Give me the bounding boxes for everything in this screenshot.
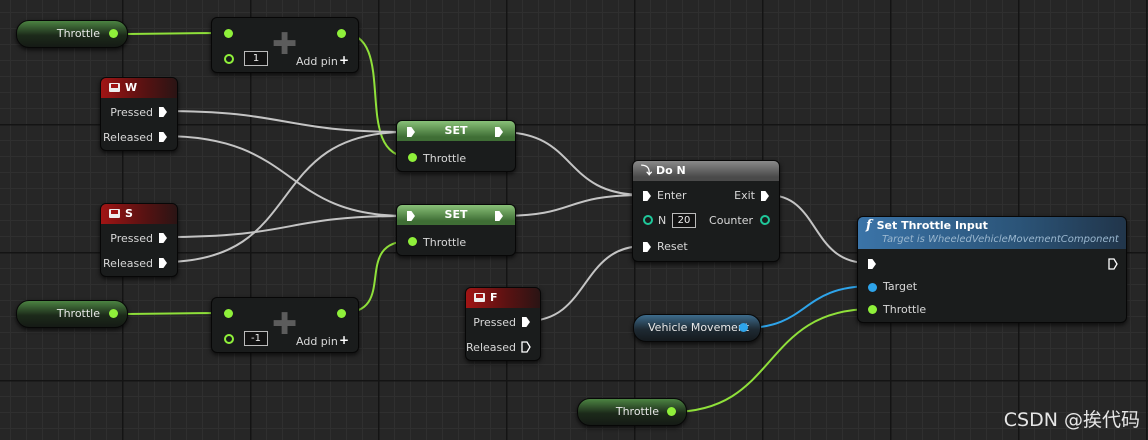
- add-node-bottom[interactable]: ✚ -1 Add pin +: [211, 297, 359, 353]
- add-plus-icon: ✚: [272, 307, 298, 342]
- do-n-reset-exec-pin[interactable]: [643, 242, 651, 252]
- key-f-released-exec-pin-outline: [521, 341, 531, 353]
- add-value-field[interactable]: 1: [244, 51, 268, 66]
- set-bottom-throttle-pin[interactable]: [408, 237, 417, 246]
- do-n-counter-pin[interactable]: [760, 215, 770, 225]
- throttle-getter-node[interactable]: Throttle: [577, 398, 687, 426]
- key-f-pressed-exec-pin[interactable]: [522, 317, 530, 327]
- do-n-node[interactable]: ⤵ Do N Enter Exit N 20 Counter Reset: [632, 160, 780, 262]
- do-n-exit-label: Exit: [734, 189, 755, 202]
- set-bottom-title: SET: [444, 208, 468, 221]
- key-f-pressed-label: Pressed: [473, 316, 516, 329]
- throttle-label: Throttle: [56, 27, 100, 40]
- add-plus-icon: ✚: [272, 27, 298, 62]
- key-w-pressed-exec-pin[interactable]: [159, 107, 167, 117]
- watermark: CSDN @挨代码: [1003, 409, 1140, 431]
- do-n-header: ⤵ Do N: [633, 161, 779, 181]
- throttle-output-pin[interactable]: [667, 407, 676, 416]
- add-input-pin-a[interactable]: [224, 29, 233, 38]
- do-n-icon: ⤵: [641, 164, 652, 177]
- keyboard-icon: [109, 209, 120, 218]
- throttle-output-pin[interactable]: [109, 309, 118, 318]
- add-pin-plus-icon[interactable]: +: [339, 333, 349, 347]
- key-s-title: S: [125, 207, 133, 220]
- set-top-title: SET: [444, 124, 468, 137]
- key-f-title: F: [490, 291, 498, 304]
- do-n-reset-label: Reset: [657, 240, 688, 253]
- wire-vehicle-to-target: [743, 285, 873, 329]
- set-throttle-input-node[interactable]: f Set Throttle Input Target is WheeledVeh…: [857, 216, 1127, 323]
- add-input-pin-b[interactable]: [224, 54, 234, 64]
- do-n-n-label: N: [658, 214, 667, 227]
- key-s-event-node[interactable]: S Pressed Released: [100, 203, 178, 277]
- do-n-exit-exec-pin[interactable]: [761, 191, 769, 201]
- wire-set-top-to-do-n: [499, 131, 645, 196]
- set-throttle-input-subtitle: Target is WheeledVehicleMovementComponen…: [882, 234, 1119, 245]
- key-w-pressed-label: Pressed: [110, 106, 153, 119]
- wire-f-pressed-to-reset: [526, 245, 645, 322]
- add-pin-label[interactable]: Add pin: [296, 335, 338, 348]
- keyboard-icon: [109, 83, 120, 92]
- key-w-title: W: [125, 81, 138, 94]
- add-pin-label[interactable]: Add pin: [296, 55, 338, 68]
- key-f-header: F: [466, 288, 540, 308]
- throttle-label: Throttle: [56, 307, 100, 320]
- set-throttle-node-top[interactable]: SET Throttle: [396, 120, 516, 172]
- key-w-released-exec-pin[interactable]: [159, 132, 167, 142]
- key-f-released-label: Released: [466, 341, 516, 354]
- vehicle-movement-getter-node[interactable]: Vehicle Movement: [633, 314, 761, 342]
- add-pin-plus-icon[interactable]: +: [339, 53, 349, 67]
- key-w-header: W: [101, 78, 177, 98]
- add-output-pin[interactable]: [337, 309, 346, 318]
- throttle-getter-node[interactable]: Throttle: [16, 300, 128, 328]
- do-n-enter-exec-pin[interactable]: [643, 191, 651, 201]
- do-n-title: Do N: [656, 164, 686, 177]
- add-node-top[interactable]: ✚ 1 Add pin +: [211, 17, 359, 73]
- do-n-n-value-field[interactable]: 20: [672, 213, 696, 228]
- vehicle-movement-output-pin[interactable]: [739, 323, 748, 332]
- set-throttle-input-throttle-pin[interactable]: [868, 305, 877, 314]
- key-s-pressed-exec-pin[interactable]: [159, 233, 167, 243]
- add-input-pin-b[interactable]: [224, 334, 234, 344]
- set-throttle-input-target-pin[interactable]: [868, 283, 877, 292]
- key-s-header: S: [101, 204, 177, 224]
- add-input-pin-a[interactable]: [224, 309, 233, 318]
- key-w-released-label: Released: [103, 131, 153, 144]
- key-w-event-node[interactable]: W Pressed Released: [100, 77, 178, 151]
- set-throttle-input-title: Set Throttle Input: [876, 219, 988, 232]
- set-throttle-node-bottom[interactable]: SET Throttle: [396, 204, 516, 256]
- wire-set-bottom-to-do-n: [499, 194, 645, 217]
- key-s-released-exec-pin[interactable]: [159, 258, 167, 268]
- set-top-throttle-pin[interactable]: [408, 153, 417, 162]
- set-top-throttle-label: Throttle: [423, 152, 467, 165]
- wire-w-released-to-set-bottom: [162, 135, 407, 217]
- vehicle-movement-label: Vehicle Movement: [648, 321, 750, 334]
- set-throttle-input-header: f Set Throttle Input Target is WheeledVeh…: [858, 217, 1126, 249]
- set-throttle-input-exec-out[interactable]: [1108, 258, 1118, 270]
- function-icon: f: [866, 218, 872, 233]
- wire-do-n-exit-to-set-throttle: [767, 194, 869, 264]
- set-throttle-input-throttle-label: Throttle: [883, 303, 927, 316]
- key-s-pressed-label: Pressed: [110, 232, 153, 245]
- throttle-output-pin[interactable]: [109, 29, 118, 38]
- add-output-pin[interactable]: [337, 29, 346, 38]
- add-value-field[interactable]: -1: [244, 331, 268, 346]
- key-s-released-label: Released: [103, 257, 153, 270]
- key-f-event-node[interactable]: F Pressed Released: [465, 287, 541, 361]
- set-throttle-input-exec-in[interactable]: [868, 259, 876, 269]
- do-n-counter-label: Counter: [709, 214, 753, 227]
- throttle-getter-node[interactable]: Throttle: [16, 20, 128, 48]
- do-n-n-pin[interactable]: [643, 215, 653, 225]
- wire-w-pressed-to-set-top: [162, 110, 407, 133]
- set-bottom-throttle-label: Throttle: [423, 236, 467, 249]
- wire-s-pressed-to-set-bottom: [162, 215, 407, 238]
- keyboard-icon: [474, 293, 485, 302]
- do-n-enter-label: Enter: [657, 189, 687, 202]
- set-throttle-input-target-label: Target: [883, 280, 918, 293]
- wire-s-released-to-set-top: [162, 131, 407, 263]
- throttle-label: Throttle: [615, 405, 659, 418]
